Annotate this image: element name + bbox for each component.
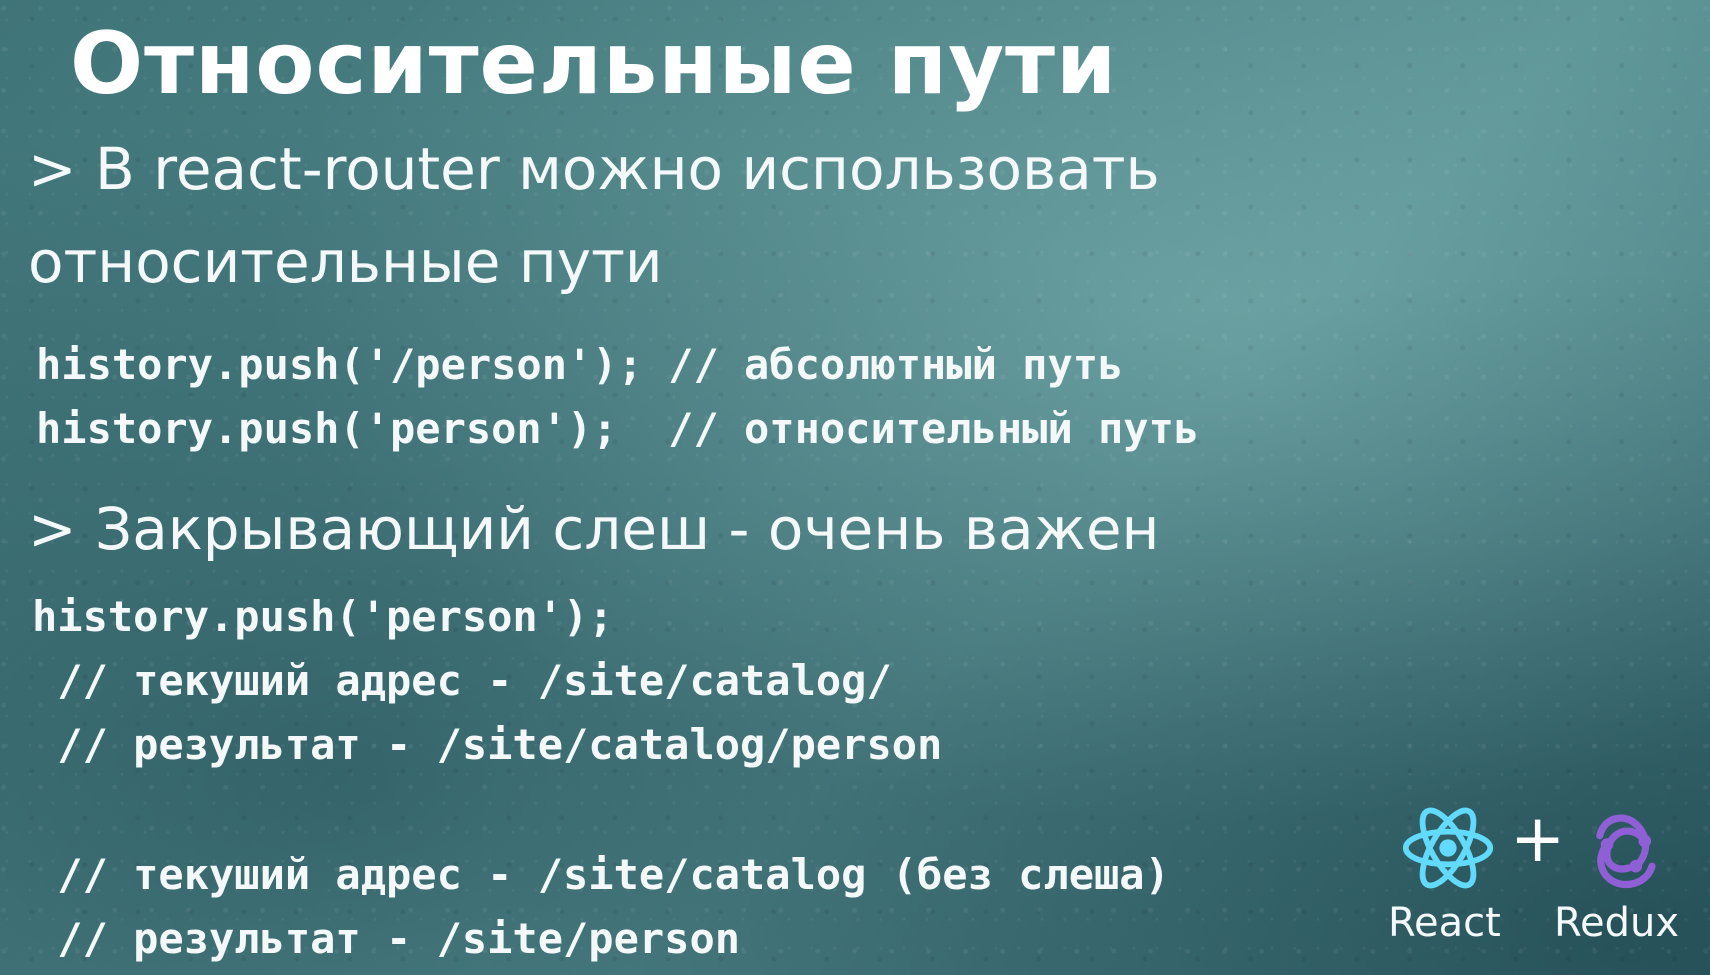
code-absolute-path: history.push('/person'); // абсолютный п… [36, 340, 1124, 389]
plus-sign: + [1510, 800, 1566, 877]
redux-icon [1596, 814, 1656, 889]
bullet-relative-paths-line1: > В react-router можно использовать [28, 135, 1160, 203]
bullet-trailing-slash: > Закрывающий слеш - очень важен [28, 495, 1160, 563]
react-atom-icon [1402, 807, 1494, 889]
slide-title: Относительные пути [70, 14, 1118, 114]
redux-label: Redux [1554, 900, 1680, 946]
react-redux-logos: + React Redux [1380, 800, 1700, 970]
code-comment-result-no-slash: // результат - /site/person [32, 914, 741, 963]
react-label: React [1388, 900, 1501, 946]
code-comment-current-address: // текуший адрес - /site/catalog/ [32, 656, 892, 705]
code-history-push: history.push('person'); [32, 592, 614, 641]
code-comment-result: // результат - /site/catalog/person [32, 720, 943, 769]
bullet-relative-paths-line2: относительные пути [28, 228, 663, 296]
code-comment-current-address-no-slash: // текуший адрес - /site/catalog (без сл… [32, 850, 1170, 899]
code-relative-path: history.push('person'); // относительный… [36, 404, 1200, 453]
